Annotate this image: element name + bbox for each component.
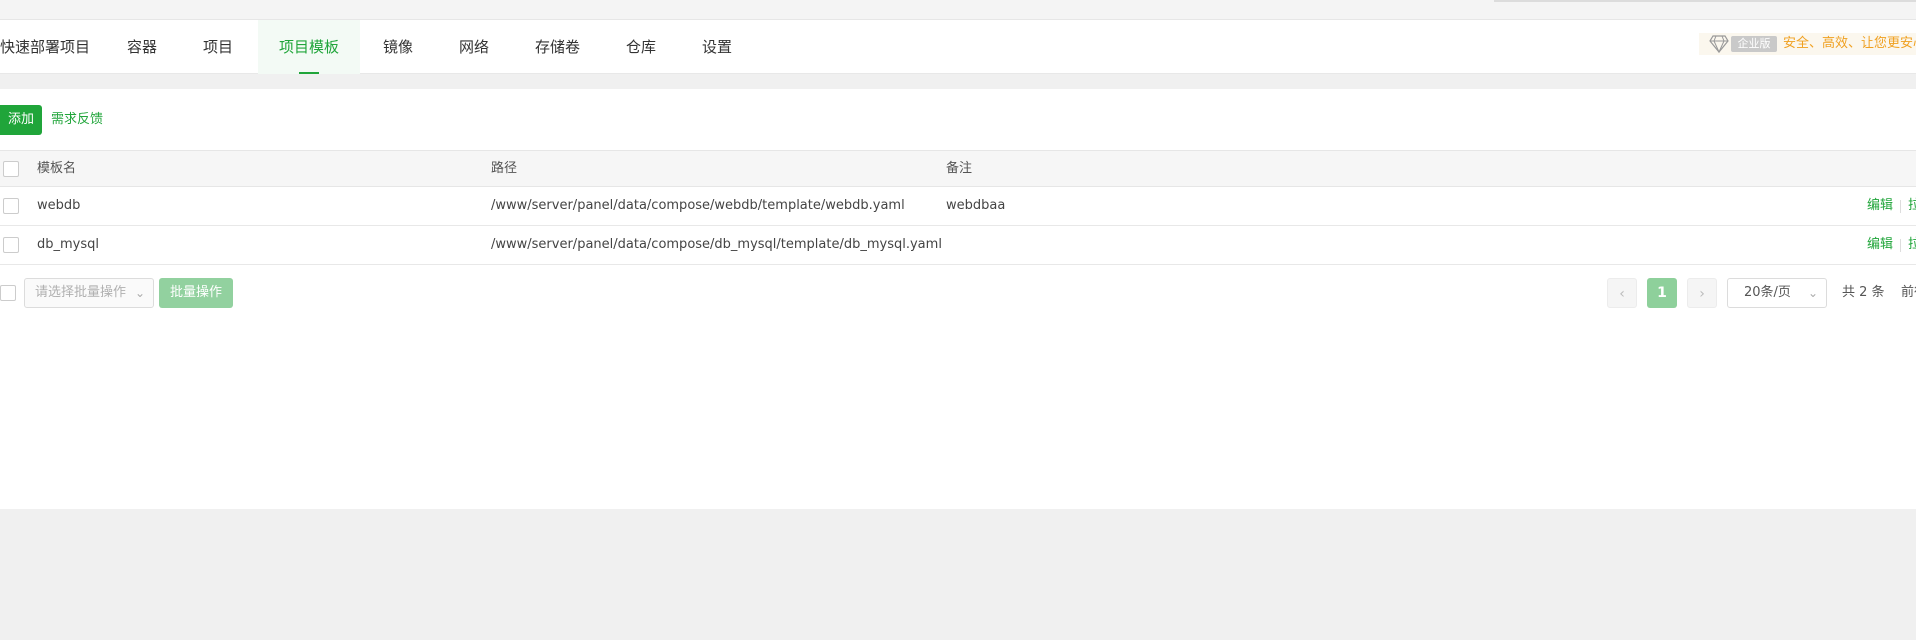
tab-registry[interactable]: 仓库 xyxy=(605,20,677,74)
action-separator xyxy=(1900,239,1901,252)
page-size-select[interactable]: 20条/页 ⌄ xyxy=(1727,278,1827,308)
content-panel: 添加 需求反馈 模板名 路径 备注 webdb /www/server/pane… xyxy=(0,89,1916,509)
next-page-button[interactable]: › xyxy=(1687,278,1717,308)
page-size-value: 20条/页 xyxy=(1744,285,1791,300)
template-remark: webdbaa xyxy=(946,198,1006,213)
batch-select-placeholder: 请选择批量操作 xyxy=(35,285,127,300)
enterprise-banner[interactable]: 企业版 安全、高效、让您更安心 xyxy=(1699,33,1916,55)
column-header-name: 模板名 xyxy=(37,161,77,176)
batch-action-select[interactable]: 请选择批量操作 ⌄ xyxy=(24,278,154,308)
table-header: 模板名 路径 备注 xyxy=(0,150,1916,187)
chevron-down-icon: ⌄ xyxy=(1807,286,1818,300)
tab-label: 仓库 xyxy=(626,38,657,56)
tab-label: 项目模板 xyxy=(279,38,340,56)
table-row: webdb /www/server/panel/data/compose/web… xyxy=(0,187,1916,226)
tab-label: 网络 xyxy=(459,38,490,56)
tab-label: 快速部署项目 xyxy=(0,38,91,56)
action-separator xyxy=(1900,200,1901,213)
template-path: /www/server/panel/data/compose/db_mysql/… xyxy=(491,237,942,252)
tab-settings[interactable]: 设置 xyxy=(681,20,753,74)
tab-label: 容器 xyxy=(127,38,158,56)
add-button[interactable]: 添加 xyxy=(0,105,42,135)
chevron-down-icon: ⌄ xyxy=(134,286,145,300)
diamond-icon xyxy=(1709,35,1729,53)
enterprise-slogan: 安全、高效、让您更安心 xyxy=(1783,36,1916,51)
enterprise-badge: 企业版 xyxy=(1703,33,1777,55)
select-all-checkbox[interactable] xyxy=(3,161,19,177)
batch-action-button[interactable]: 批量操作 xyxy=(159,278,233,308)
enterprise-badge-label: 企业版 xyxy=(1731,36,1777,52)
total-count: 共 2 条 xyxy=(1842,285,1885,300)
column-header-path: 路径 xyxy=(491,161,518,176)
tab-label: 设置 xyxy=(702,38,733,56)
tab-project-templates[interactable]: 项目模板 xyxy=(258,20,361,74)
column-header-remark: 备注 xyxy=(946,161,973,176)
tab-label: 项目 xyxy=(203,38,234,56)
table-row: db_mysql /www/server/panel/data/compose/… xyxy=(0,226,1916,265)
row-checkbox[interactable] xyxy=(3,237,19,253)
current-page[interactable]: 1 xyxy=(1647,278,1677,308)
template-name: webdb xyxy=(37,198,81,213)
tab-label: 存储卷 xyxy=(535,38,581,56)
pull-link[interactable]: 拉 xyxy=(1908,187,1916,225)
tab-images[interactable]: 镜像 xyxy=(362,20,434,74)
tab-networks[interactable]: 网络 xyxy=(438,20,510,74)
prev-page-button[interactable]: ‹ xyxy=(1607,278,1637,308)
edit-link[interactable]: 编辑 xyxy=(1867,187,1893,225)
tab-bar: 快速部署项目 容器 项目 项目模板 镜像 网络 存储卷 仓库 设置 xyxy=(0,20,1916,74)
row-checkbox[interactable] xyxy=(3,198,19,214)
pull-link[interactable]: 拉 xyxy=(1908,226,1916,264)
jump-to-label: 前往 xyxy=(1901,285,1916,300)
active-tab-indicator xyxy=(299,72,319,74)
template-name: db_mysql xyxy=(37,237,99,252)
edit-link[interactable]: 编辑 xyxy=(1867,226,1893,264)
tab-projects[interactable]: 项目 xyxy=(182,20,254,74)
feedback-link[interactable]: 需求反馈 xyxy=(51,105,103,135)
top-strip xyxy=(0,0,1916,20)
tab-label: 镜像 xyxy=(383,38,414,56)
tab-containers[interactable]: 容器 xyxy=(106,20,178,74)
template-path: /www/server/panel/data/compose/webdb/tem… xyxy=(491,198,905,213)
tab-volumes[interactable]: 存储卷 xyxy=(514,20,601,74)
batch-select-all-checkbox[interactable] xyxy=(0,285,16,301)
tab-quick-deploy[interactable]: 快速部署项目 xyxy=(0,20,111,74)
